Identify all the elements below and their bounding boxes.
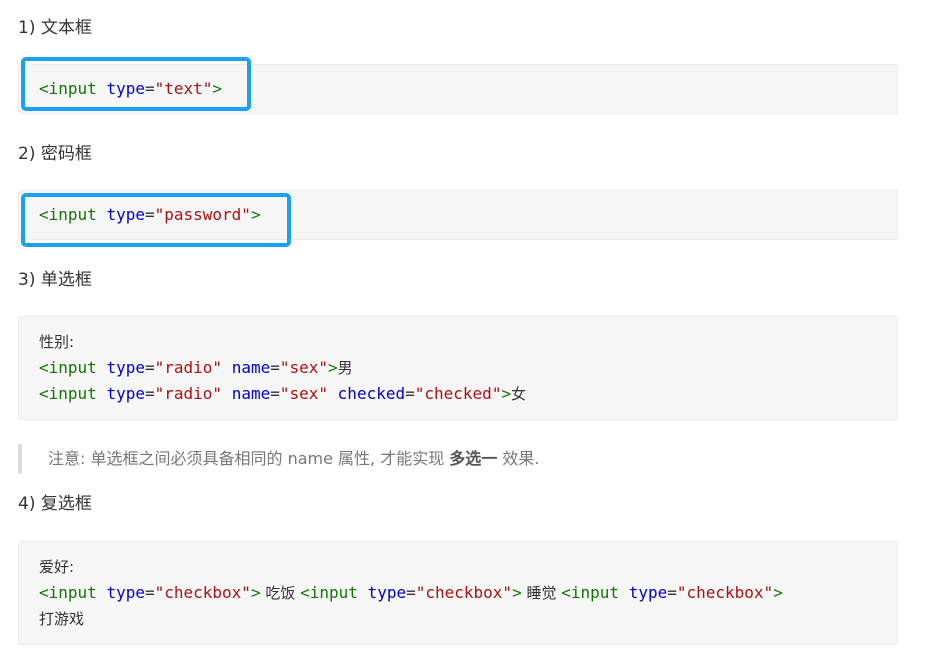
heading-text-input: 1) 文本框 <box>18 18 92 38</box>
code-token-tag: > <box>328 358 338 377</box>
code-token-str: "radio" <box>154 358 223 377</box>
code-token-attr: name <box>231 358 271 377</box>
code-token-str: "checkbox" <box>676 583 774 602</box>
code-token-str: "checked" <box>414 384 502 403</box>
code-token-tag: <input <box>300 583 358 602</box>
heading-radio-input: 3) 单选框 <box>18 270 92 290</box>
code-token-txt: 女 <box>511 385 527 403</box>
code-block-radio-input: 性别: <input type="radio" name="sex">男 <inpu… <box>18 316 898 420</box>
highlight-box-text-input <box>21 57 251 111</box>
highlight-box-password-input <box>21 193 291 247</box>
code-token-tag: > <box>501 384 512 403</box>
code-token-txt: 男 <box>337 359 353 377</box>
code-token-tag: > <box>250 583 261 602</box>
note-suffix: 效果. <box>497 449 540 468</box>
code-token-str: "sex" <box>279 358 329 377</box>
code-line: 打游戏 <box>39 606 897 632</box>
code-token-attr: type <box>106 384 145 403</box>
code-token-tag: <input <box>39 358 97 377</box>
code-token-attr: type <box>106 583 145 602</box>
code-token-attr: type <box>106 358 145 377</box>
code-token-eq: = <box>270 358 280 377</box>
code-token-str: "checkbox" <box>154 583 251 602</box>
code-token-attr: checked <box>337 384 406 403</box>
code-line: <input type="radio" name="sex">男 <box>39 355 897 381</box>
code-block-checkbox-input: 爱好: <input type="checkbox"> 吃饭 <input typ… <box>18 541 898 645</box>
code-token-tag: <input <box>561 583 620 602</box>
code-line: <input type="radio" name="sex" checked="… <box>39 381 897 407</box>
code-line: <input type="checkbox"> 吃饭 <input type="… <box>39 580 897 606</box>
code-token-str: "checkbox" <box>415 583 513 602</box>
note-emphasis: 多选一 <box>449 449 498 468</box>
code-token-attr: type <box>628 583 668 602</box>
code-token-eq: = <box>144 358 155 377</box>
code-token-eq: = <box>144 384 155 403</box>
code-token-eq: = <box>144 583 155 602</box>
code-line: 性别: <box>39 329 897 355</box>
code-token-str: "sex" <box>279 384 329 403</box>
code-line: 爱好: <box>39 554 897 580</box>
code-token-txt: 睡觉 <box>521 584 562 602</box>
code-token-tag: <input <box>39 583 97 602</box>
code-token-eq: = <box>270 384 280 403</box>
code-token-eq: = <box>406 583 416 602</box>
code-token-str: "radio" <box>154 384 223 403</box>
note-callout: 注意: 单选框之间必须具备相同的 name 属性, 才能实现 多选一 效果. <box>18 444 540 474</box>
note-prefix: 注意: 单选框之间必须具备相同的 name 属性, 才能实现 <box>48 449 450 468</box>
code-token-eq: = <box>405 384 415 403</box>
heading-checkbox-input: 4) 复选框 <box>18 494 92 514</box>
code-token-txt: 吃饭 <box>260 584 301 602</box>
code-token-tag: > <box>512 583 522 602</box>
code-token-tag: <input <box>39 384 97 403</box>
code-token-txt: 性别: <box>39 333 75 351</box>
heading-password-input: 2) 密码框 <box>18 144 92 164</box>
code-token-txt: 打游戏 <box>39 610 85 628</box>
code-token-txt: 爱好: <box>39 558 75 576</box>
code-token-eq: = <box>667 583 677 602</box>
code-token-attr: name <box>231 384 271 403</box>
code-token-attr: type <box>367 583 407 602</box>
code-token-tag: > <box>773 583 783 602</box>
